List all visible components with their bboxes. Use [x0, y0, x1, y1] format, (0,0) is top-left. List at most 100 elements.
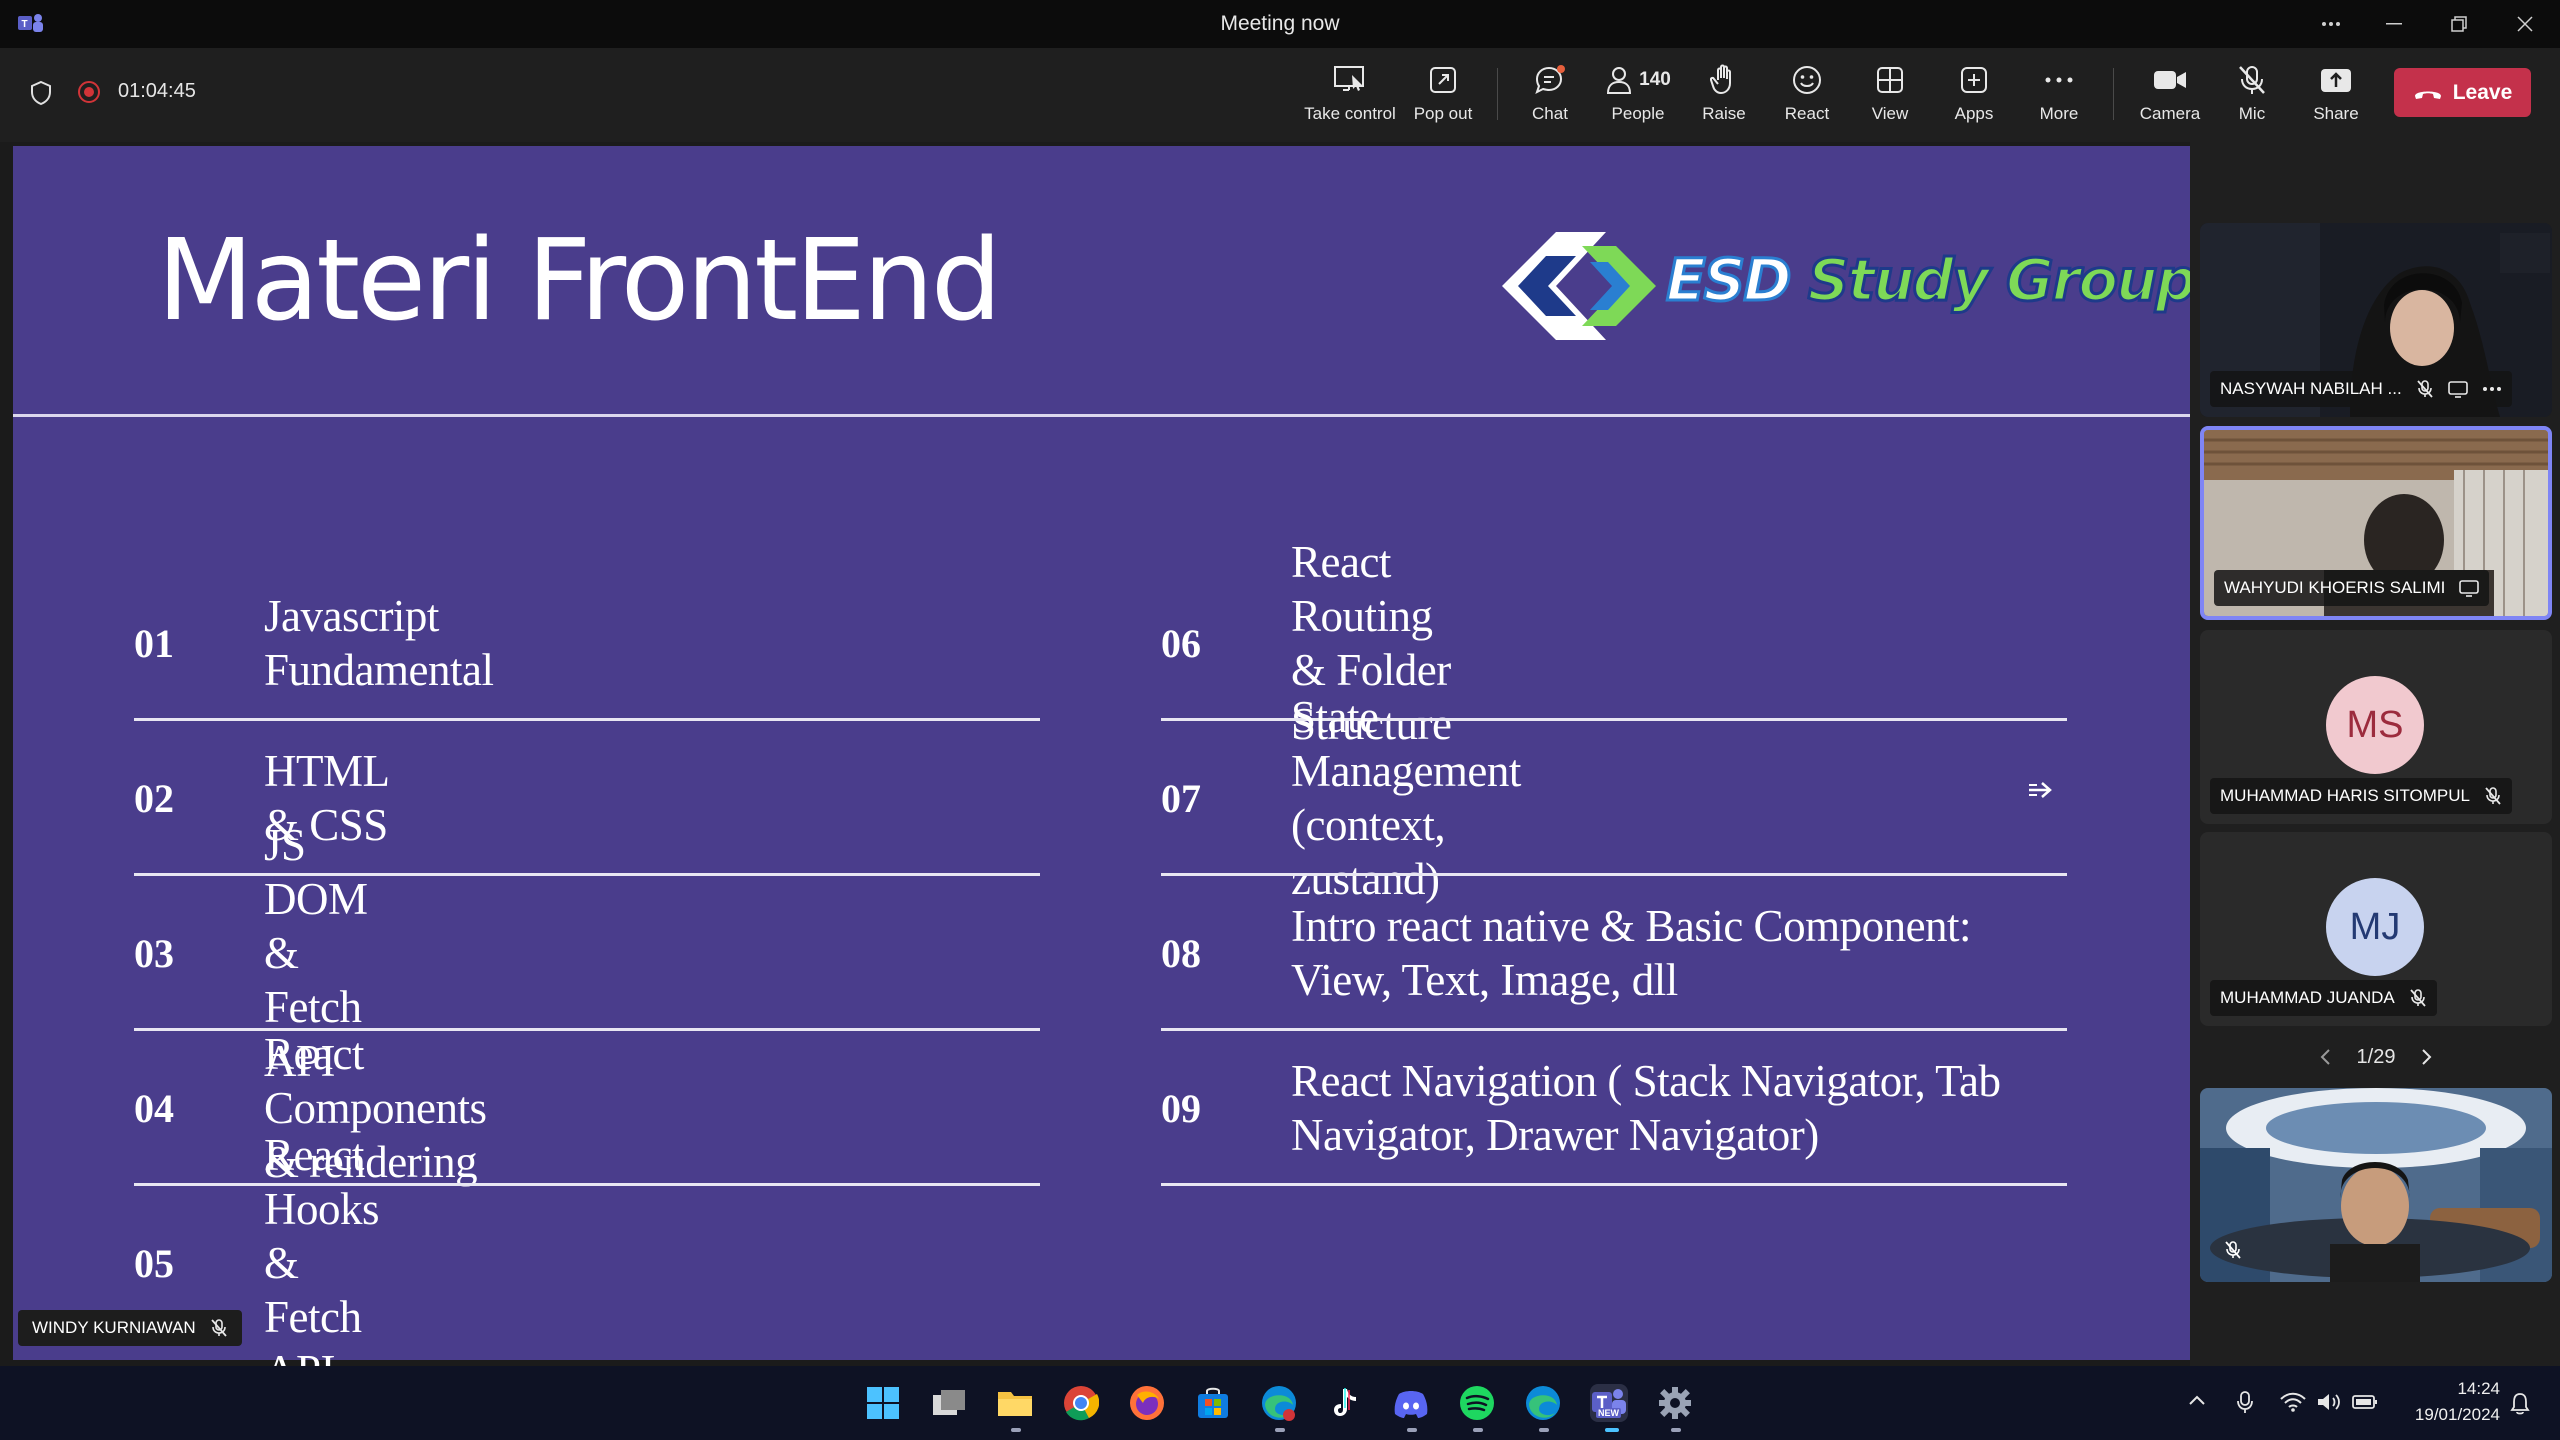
- camera-icon: [2153, 62, 2187, 98]
- task-view-button[interactable]: [930, 1384, 968, 1422]
- esd-logo-mark: [1502, 232, 1656, 340]
- tile-more-icon[interactable]: [2482, 386, 2502, 392]
- chat-icon: [1533, 62, 1567, 98]
- chevron-left-icon[interactable]: [2319, 1048, 2331, 1066]
- participant-pager: 1/29: [2200, 1040, 2552, 1074]
- minimize-button[interactable]: [2363, 0, 2425, 48]
- chevron-up-icon[interactable]: [2188, 1394, 2206, 1406]
- close-button[interactable]: [2494, 0, 2556, 48]
- firefox-button[interactable]: [1128, 1384, 1166, 1422]
- mic-button[interactable]: Mic: [2226, 62, 2278, 130]
- task-view-icon: [933, 1390, 965, 1415]
- chat-label: Chat: [1532, 104, 1568, 123]
- topic-text: React Hooks & Fetch API: [264, 1130, 380, 1396]
- clock-time: 14:24: [2457, 1379, 2500, 1398]
- apps-label: Apps: [1954, 104, 1994, 123]
- topic-text: State Management (context, zustand): [1291, 692, 1521, 904]
- slide-title: Materi FrontEnd: [157, 216, 1002, 346]
- tiktok-button[interactable]: [1326, 1384, 1364, 1422]
- people-button[interactable]: 140 People: [1598, 62, 1678, 130]
- page-indicator: 1/29: [2356, 1045, 2396, 1068]
- participant-name-tag: WAHYUDI KHOERIS SALIMI: [2214, 570, 2490, 606]
- restore-button[interactable]: [2428, 0, 2490, 48]
- running-indicator: [1011, 1428, 1021, 1432]
- participant-name: NASYWAH NABILAH ...: [2220, 379, 2402, 398]
- topic-divider: [1161, 1028, 2067, 1031]
- mic-muted-icon: [2485, 787, 2501, 805]
- edge-profile-button[interactable]: [1260, 1384, 1298, 1422]
- active-indicator: [1605, 1428, 1619, 1432]
- logo-text-esd: ESD: [1665, 245, 1794, 316]
- pop-out-button[interactable]: Pop out: [1408, 62, 1478, 130]
- participant-tile[interactable]: NASYWAH NABILAH ...: [2200, 223, 2552, 417]
- topic-number: 07: [1161, 775, 1201, 821]
- system-clock[interactable]: 14:24 19/01/2024: [2400, 1376, 2500, 1428]
- microsoft-store-button[interactable]: [1194, 1384, 1232, 1422]
- running-indicator: [1275, 1428, 1285, 1432]
- avatar: MS: [2326, 676, 2424, 774]
- participant-name-tag: MUHAMMAD JUANDA: [2210, 980, 2437, 1016]
- share-icon: [2320, 62, 2352, 98]
- start-button[interactable]: [864, 1384, 902, 1422]
- participant-name: MUHAMMAD HARIS SITOMPUL: [2220, 786, 2470, 805]
- people-label: People: [1611, 104, 1665, 123]
- chrome-icon: [1064, 1386, 1099, 1421]
- more-button[interactable]: More: [2030, 62, 2088, 130]
- add-app-icon: [1959, 62, 1989, 98]
- participant-tile[interactable]: MJ MUHAMMAD JUANDA: [2200, 832, 2552, 1026]
- teams-button[interactable]: NEW: [1590, 1384, 1628, 1422]
- settings-button[interactable]: [1656, 1384, 1694, 1422]
- wifi-icon[interactable]: [2280, 1392, 2306, 1412]
- topic-number: 03: [134, 930, 174, 976]
- topic-text: JS DOM & Fetch API: [264, 820, 368, 1086]
- tiktok-icon: [1334, 1388, 1356, 1416]
- screen-share-icon: [2459, 580, 2480, 597]
- people-icon: [1607, 67, 1632, 94]
- microphone-icon[interactable]: [2236, 1390, 2254, 1414]
- battery-icon[interactable]: [2352, 1394, 2378, 1410]
- participant-name-tag: MUHAMMAD HARIS SITOMPUL: [2210, 778, 2512, 814]
- notification-bell-icon[interactable]: [2510, 1392, 2530, 1416]
- shield-icon[interactable]: [30, 80, 52, 106]
- participant-tile[interactable]: MS MUHAMMAD HARIS SITOMPUL: [2200, 630, 2552, 824]
- running-indicator: [1539, 1428, 1549, 1432]
- share-button[interactable]: Share: [2308, 62, 2364, 130]
- participant-tile-speaking[interactable]: WAHYUDI KHOERIS SALIMI: [2200, 426, 2552, 620]
- grid-icon: [1875, 62, 1905, 98]
- chevron-right-icon[interactable]: [2421, 1048, 2433, 1066]
- mic-off-icon: [2237, 62, 2267, 98]
- running-indicator: [1671, 1428, 1681, 1432]
- camera-button[interactable]: Camera: [2134, 62, 2206, 130]
- firefox-icon: [1130, 1386, 1164, 1420]
- presenter-name: WINDY KURNIAWAN: [32, 1318, 196, 1337]
- chrome-button[interactable]: [1062, 1384, 1100, 1422]
- file-explorer-button[interactable]: [996, 1384, 1034, 1422]
- raise-hand-button[interactable]: Raise: [1694, 62, 1754, 130]
- take-control-icon: [1333, 62, 1367, 98]
- more-label: More: [2039, 104, 2079, 123]
- mic-muted-icon: [2417, 380, 2433, 398]
- view-button[interactable]: View: [1862, 62, 1918, 130]
- edge-button[interactable]: [1524, 1384, 1562, 1422]
- react-button[interactable]: React: [1776, 62, 1838, 130]
- window-more-icon[interactable]: [2300, 0, 2362, 48]
- discord-button[interactable]: [1392, 1384, 1430, 1422]
- take-control-button[interactable]: Take control: [1304, 62, 1396, 130]
- store-icon: [1198, 1387, 1228, 1418]
- discord-icon: [1394, 1391, 1428, 1418]
- camera-label: Camera: [2139, 104, 2201, 123]
- clock-date: 19/01/2024: [2414, 1405, 2500, 1424]
- volume-icon[interactable]: [2316, 1392, 2342, 1412]
- edge-icon: [1262, 1386, 1296, 1421]
- title-bar: [0, 0, 2560, 48]
- spotify-button[interactable]: [1458, 1384, 1496, 1422]
- chat-button[interactable]: Chat: [1518, 62, 1582, 130]
- apps-button[interactable]: Apps: [1946, 62, 2002, 130]
- leave-button[interactable]: Leave: [2394, 68, 2531, 117]
- phone-hangup-icon: [2414, 91, 2441, 99]
- meeting-timer: 01:04:45: [118, 80, 196, 102]
- self-video-tile[interactable]: [2200, 1088, 2552, 1282]
- toolbar-divider: [1497, 68, 1498, 120]
- self-video: [2200, 1088, 2552, 1282]
- more-icon: [2044, 62, 2074, 98]
